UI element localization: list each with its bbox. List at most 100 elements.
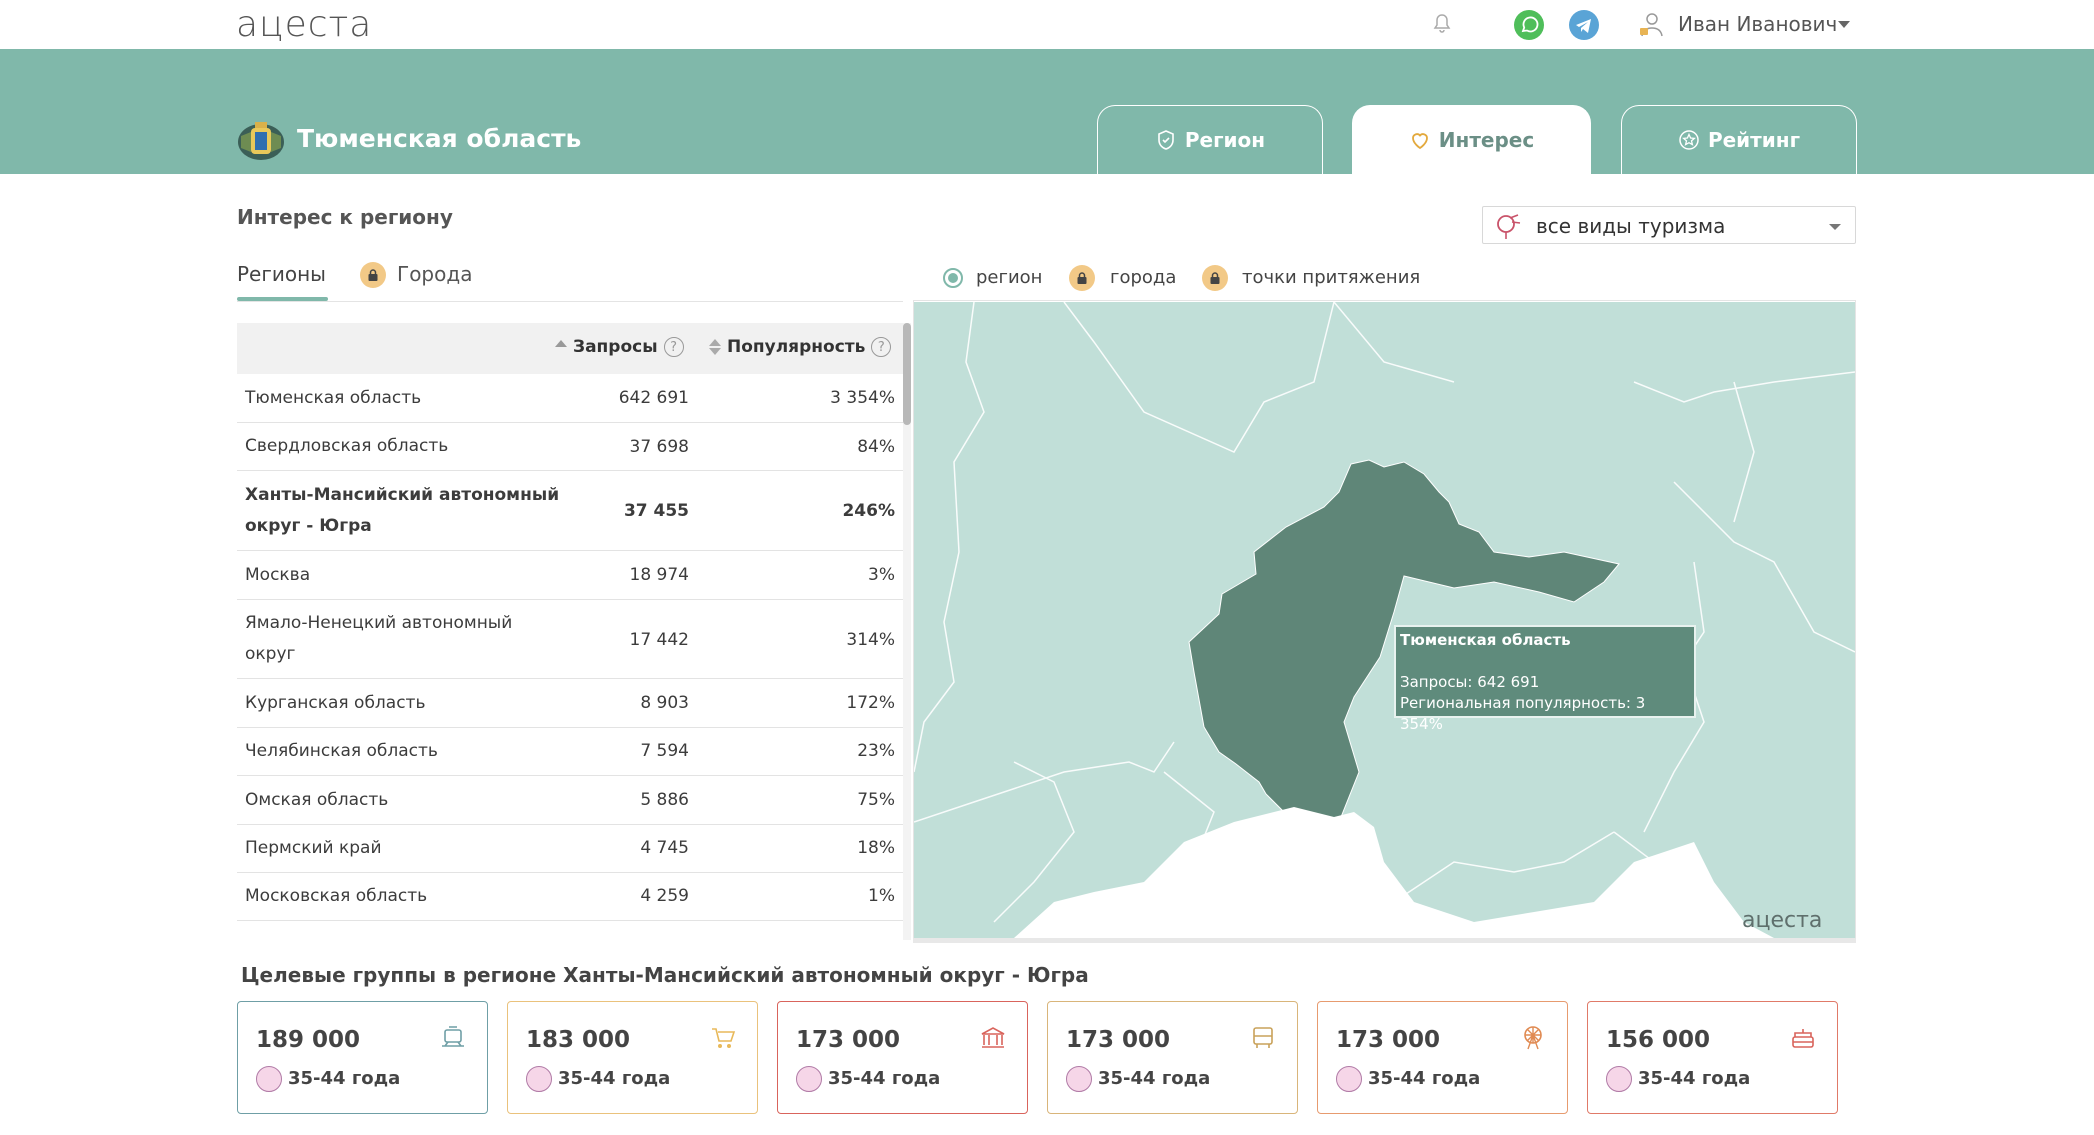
person-icon	[1606, 1066, 1632, 1092]
target-age: 35-44 года	[1638, 1068, 1751, 1089]
target-age: 35-44 года	[1098, 1068, 1211, 1089]
target-groups-title: Целевые группы в регионе Ханты-Мансийски…	[241, 963, 1089, 987]
region-map	[914, 302, 1855, 938]
shield-icon	[1158, 130, 1174, 150]
bell-icon[interactable]	[1430, 12, 1454, 36]
row-popularity: 75%	[857, 790, 895, 810]
section-title: Интерес к региону	[237, 205, 453, 229]
row-popularity: 18%	[857, 838, 895, 858]
row-region-name: Тюменская область	[245, 388, 422, 408]
help-icon[interactable]: ?	[663, 337, 684, 357]
telegram-icon[interactable]	[1569, 10, 1599, 40]
tourism-type-select[interactable]: все виды туризма	[1482, 206, 1856, 244]
logo[interactable]: ацеста	[236, 4, 372, 45]
person-icon	[256, 1066, 282, 1092]
radio-region[interactable]	[943, 268, 963, 288]
subtab-regions[interactable]: Регионы	[237, 262, 326, 286]
map-tooltip: Тюменская область Запросы: 642 691 Регио…	[1394, 625, 1696, 733]
target-value: 189 000	[256, 1027, 361, 1053]
row-region-name: Московская область	[245, 886, 428, 906]
table-row[interactable]: Тюменская область 642 691 3 354%	[237, 374, 903, 423]
table-row[interactable]: Курганская область 8 903 172%	[237, 679, 903, 728]
ferris-wheel-icon	[1524, 1026, 1542, 1050]
row-requests: 17 442	[629, 630, 689, 650]
column-requests-label: Запросы	[573, 337, 658, 357]
row-popularity: 3 354%	[830, 388, 895, 408]
subtab-cities[interactable]: Города	[397, 262, 472, 286]
map-watermark-logo: ацеста	[1742, 908, 1823, 933]
person-icon	[1066, 1066, 1092, 1092]
chevron-down-icon	[1829, 224, 1841, 230]
map-horizontal-scrollbar[interactable]	[913, 938, 1856, 943]
target-age: 35-44 года	[828, 1068, 941, 1089]
table-row[interactable]: Пермский край 4 745 18%	[237, 825, 903, 873]
tab-region[interactable]: Регион	[1097, 105, 1323, 174]
tooltip-requests: Запросы: 642 691	[1400, 673, 1540, 691]
region-border	[914, 741, 1175, 823]
museum-icon	[981, 1027, 1005, 1048]
row-region-name: Свердловская область	[245, 436, 449, 456]
legend-cities-label[interactable]: города	[1110, 267, 1176, 288]
column-popularity[interactable]: Популярность ?	[709, 337, 892, 357]
table-row[interactable]: Омская область 5 886 75%	[237, 776, 903, 825]
target-value: 183 000	[526, 1027, 631, 1053]
target-card[interactable]: 173 000 35-44 года	[1317, 1001, 1568, 1114]
region-border	[993, 761, 1075, 923]
row-popularity: 172%	[846, 693, 895, 713]
train-icon	[442, 1026, 464, 1047]
row-popularity: 23%	[857, 741, 895, 761]
top-bar: ацеста Иван Иванович	[0, 0, 2094, 49]
region-crest-icon	[238, 122, 284, 160]
tab-region-label: Регион	[1184, 128, 1266, 152]
target-card[interactable]: 173 000 35-44 года	[1047, 1001, 1298, 1114]
region-border	[1633, 371, 1855, 403]
target-card[interactable]: 173 000 35-44 года	[777, 1001, 1028, 1114]
row-requests: 7 594	[640, 741, 689, 761]
table-row[interactable]: Ямало-Ненецкий автономный округ 17 442 3…	[237, 600, 903, 679]
row-region-name: Москва	[245, 565, 311, 585]
target-age: 35-44 года	[558, 1068, 671, 1089]
region-border	[1393, 831, 1615, 903]
table-row[interactable]: Москва 18 974 3%	[237, 551, 903, 600]
target-card[interactable]: 189 000 35-44 года	[237, 1001, 488, 1114]
table-row[interactable]: Челябинская область 7 594 23%	[237, 728, 903, 776]
tab-rating-label: Рейтинг	[1707, 128, 1801, 152]
row-requests: 8 903	[640, 693, 689, 713]
lock-icon	[1069, 265, 1095, 291]
row-popularity: 314%	[846, 630, 895, 650]
tooltip-title: Тюменская область	[1400, 631, 1571, 649]
tab-rating[interactable]: Рейтинг	[1621, 105, 1857, 174]
region-border	[1333, 302, 1455, 383]
target-value: 156 000	[1606, 1027, 1711, 1053]
whatsapp-icon[interactable]	[1514, 10, 1544, 40]
target-card[interactable]: 183 000 35-44 года	[507, 1001, 758, 1114]
table-row[interactable]: Московская область 4 259 1%	[237, 873, 903, 921]
legend-region-label[interactable]: регион	[976, 267, 1042, 288]
target-value: 173 000	[796, 1027, 901, 1053]
region-border	[914, 302, 985, 773]
row-region-name: Курганская область	[245, 693, 426, 713]
row-requests: 642 691	[618, 388, 689, 408]
person-icon	[796, 1066, 822, 1092]
legend-points-label[interactable]: точки притяжения	[1242, 267, 1420, 288]
user-name[interactable]: Иван Иванович	[1678, 12, 1837, 36]
table-scrollbar-thumb[interactable]	[903, 323, 911, 425]
row-region-name: Челябинская область	[245, 741, 438, 761]
table-row[interactable]: Свердловская область 37 698 84%	[237, 423, 903, 471]
table-row[interactable]: Ханты-Мансийский автономный округ - Югра…	[237, 471, 903, 551]
sort-asc-icon	[555, 339, 567, 347]
user-icon[interactable]	[1638, 11, 1664, 39]
chevron-down-icon[interactable]	[1838, 21, 1850, 28]
row-requests: 37 455	[623, 501, 689, 521]
help-icon[interactable]: ?	[871, 337, 892, 357]
target-card[interactable]: 156 000 35-44 года	[1587, 1001, 1838, 1114]
map-canvas[interactable]	[914, 302, 1855, 938]
row-region-name: Ханты-Мансийский автономный округ - Югра	[245, 485, 560, 536]
row-popularity: 246%	[842, 501, 895, 521]
lock-icon	[360, 262, 386, 288]
tab-interest[interactable]: Интерес	[1352, 105, 1591, 174]
target-value: 173 000	[1066, 1027, 1171, 1053]
column-requests[interactable]: Запросы ?	[555, 337, 684, 357]
row-requests: 5 886	[640, 790, 689, 810]
cart-icon	[712, 1028, 736, 1048]
